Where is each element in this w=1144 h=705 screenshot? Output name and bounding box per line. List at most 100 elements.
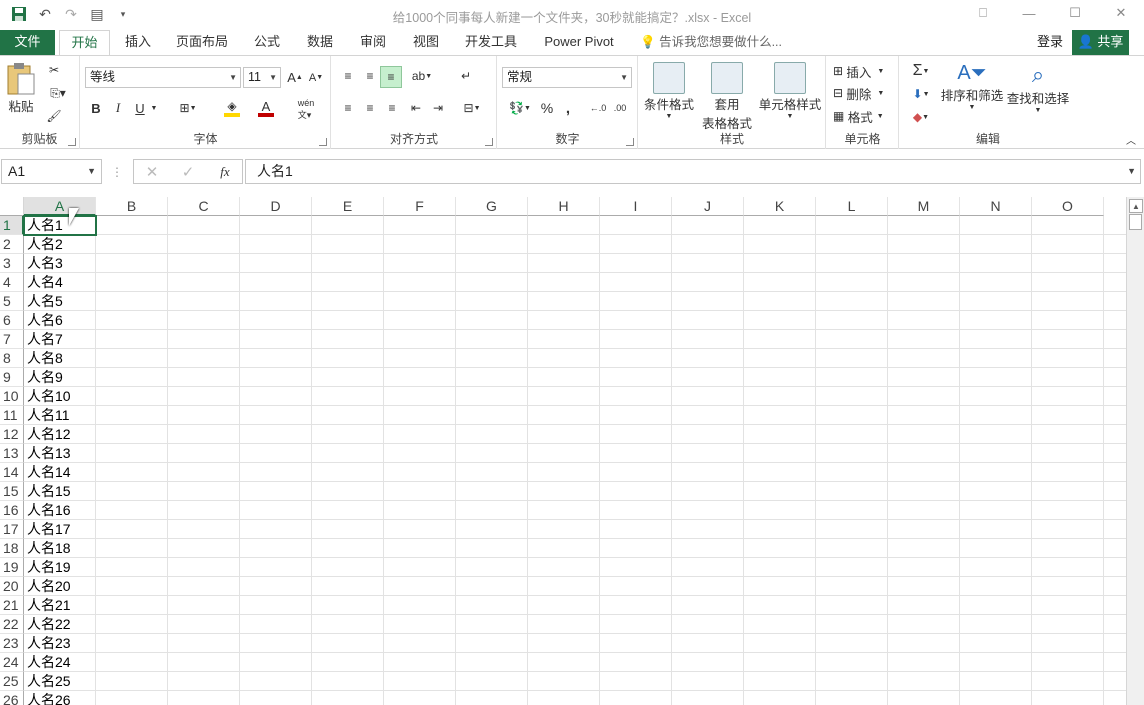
column-header-n[interactable]: N — [960, 197, 1032, 216]
scroll-up-icon[interactable]: ▲ — [1129, 199, 1143, 213]
maximize-button[interactable]: ☐ — [1052, 0, 1098, 26]
accounting-format-icon[interactable]: 💱 ▼ — [504, 98, 536, 118]
row-header[interactable]: 20 — [0, 577, 24, 596]
autosum-icon[interactable]: Σ ▼ — [906, 60, 936, 82]
font-color-icon[interactable]: A — [251, 98, 281, 118]
cell-a[interactable]: 人名22 — [25, 615, 71, 634]
decrease-font-size-icon[interactable]: A ▼ — [307, 67, 325, 88]
drag-handle-icon[interactable]: ⋮ — [111, 163, 123, 181]
cell-a[interactable]: 人名19 — [25, 558, 71, 577]
vertical-scrollbar[interactable]: ▲ — [1126, 197, 1144, 705]
align-left-icon[interactable]: ≡ — [338, 98, 358, 118]
cell-a[interactable]: 人名17 — [25, 520, 71, 539]
middle-align-icon[interactable]: ≡ — [360, 66, 380, 86]
format-painter-icon[interactable]: 🖌 — [44, 106, 64, 126]
row-header[interactable]: 15 — [0, 482, 24, 501]
row-header[interactable]: 5 — [0, 292, 24, 311]
font-launcher[interactable] — [319, 138, 327, 146]
column-header-c[interactable]: C — [168, 197, 240, 216]
row-header[interactable]: 16 — [0, 501, 24, 520]
row-header[interactable]: 18 — [0, 539, 24, 558]
borders-icon[interactable]: ⊞ ▼ — [173, 98, 203, 118]
column-header-h[interactable]: H — [528, 197, 600, 216]
cell-a[interactable]: 人名8 — [25, 349, 63, 368]
tell-me-box[interactable]: 💡 告诉我您想要做什么... — [640, 30, 782, 55]
column-header-l[interactable]: L — [816, 197, 888, 216]
italic-button[interactable]: I — [109, 98, 127, 118]
cell-a[interactable]: 人名6 — [25, 311, 63, 330]
cell-a[interactable]: 人名20 — [25, 577, 71, 596]
row-header[interactable]: 10 — [0, 387, 24, 406]
tab-home[interactable]: 开始 — [59, 30, 110, 56]
tab-developer[interactable]: 开发工具 — [459, 30, 523, 55]
row-header[interactable]: 1 — [0, 216, 24, 235]
insert-cells-button[interactable]: ⊞ 插入 ▼ — [833, 60, 895, 82]
cell-a[interactable]: 人名11 — [25, 406, 70, 425]
sign-in-link[interactable]: 登录 — [1037, 30, 1063, 54]
underline-button[interactable]: U — [131, 98, 149, 118]
row-header[interactable]: 14 — [0, 463, 24, 482]
orientation-icon[interactable]: ab ▼ — [408, 66, 436, 86]
row-header[interactable]: 12 — [0, 425, 24, 444]
select-all-button[interactable] — [0, 197, 24, 216]
row-header[interactable]: 9 — [0, 368, 24, 387]
tab-formulas[interactable]: 公式 — [247, 30, 287, 55]
worksheet[interactable]: ABCDEFGHIJKLMNO 1 2 3 4 5 6 7 8 9 10 11 12 13 14 15 16 1… — [0, 197, 1126, 705]
row-header[interactable]: 3 — [0, 254, 24, 273]
fill-icon[interactable]: ⬇ ▼ — [906, 83, 936, 105]
cell-a[interactable]: 人名13 — [25, 444, 71, 463]
row-header[interactable]: 24 — [0, 653, 24, 672]
cell-a[interactable]: 人名14 — [25, 463, 71, 482]
cell-a[interactable]: 人名15 — [25, 482, 71, 501]
close-button[interactable]: ✕ — [1098, 0, 1144, 26]
column-header-b[interactable]: B — [96, 197, 168, 216]
row-header[interactable]: 13 — [0, 444, 24, 463]
column-header-g[interactable]: G — [456, 197, 528, 216]
clipboard-launcher[interactable] — [68, 138, 76, 146]
column-header-d[interactable]: D — [240, 197, 312, 216]
conditional-formatting-button[interactable]: 条件格式 ▼ — [641, 62, 697, 120]
scroll-thumb[interactable] — [1129, 214, 1142, 230]
column-header-o[interactable]: O — [1032, 197, 1104, 216]
cell-a[interactable]: 人名21 — [25, 596, 71, 615]
paste-button[interactable]: 粘贴 — [4, 62, 38, 115]
enter-icon[interactable]: ✓ — [178, 162, 198, 182]
format-cells-button[interactable]: ▦ 格式 ▼ — [833, 105, 895, 127]
column-header-k[interactable]: K — [744, 197, 816, 216]
tab-view[interactable]: 视图 — [406, 30, 446, 55]
cell-a[interactable]: 人名23 — [25, 634, 71, 653]
column-header-m[interactable]: M — [888, 197, 960, 216]
phonetic-guide-icon[interactable]: wén 文▾ — [289, 98, 323, 120]
sort-filter-button[interactable]: A⏷ 排序和筛选 ▼ — [940, 62, 1004, 111]
number-launcher[interactable] — [626, 138, 634, 146]
delete-cells-button[interactable]: ⊟ 删除 ▼ — [833, 82, 895, 104]
row-header[interactable]: 8 — [0, 349, 24, 368]
collapse-ribbon-icon[interactable]: ︿ — [1124, 132, 1138, 147]
cell-a[interactable]: 人名3 — [25, 254, 63, 273]
bold-button[interactable]: B — [87, 98, 105, 118]
row-header[interactable]: 23 — [0, 634, 24, 653]
merge-center-icon[interactable]: ⊟ ▼ — [456, 98, 488, 118]
cell-a[interactable]: 人名12 — [25, 425, 71, 444]
cell-a[interactable]: 人名16 — [25, 501, 71, 520]
column-header-e[interactable]: E — [312, 197, 384, 216]
ribbon-display-options-button[interactable]: ⎕ — [960, 0, 1006, 26]
top-align-icon[interactable]: ≡ — [338, 66, 358, 86]
cell-grid[interactable] — [24, 216, 1126, 705]
tab-insert[interactable]: 插入 — [118, 30, 158, 55]
column-header-f[interactable]: F — [384, 197, 456, 216]
number-format-combo[interactable]: 常规 ▼ — [502, 67, 632, 88]
formula-input[interactable]: 人名1 ▼ — [245, 159, 1141, 184]
share-button[interactable]: 👤 共享 — [1072, 30, 1129, 55]
tab-power-pivot[interactable]: Power Pivot — [538, 30, 620, 55]
row-header[interactable]: 26 — [0, 691, 24, 705]
font-size-combo[interactable]: 11 ▼ — [243, 67, 281, 88]
row-header[interactable]: 4 — [0, 273, 24, 292]
minimize-button[interactable]: — — [1006, 0, 1052, 26]
cell-a[interactable]: 人名5 — [25, 292, 63, 311]
alignment-launcher[interactable] — [485, 138, 493, 146]
cell-a[interactable]: 人名7 — [25, 330, 63, 349]
clear-icon[interactable]: ◆ ▼ — [906, 106, 936, 128]
increase-indent-icon[interactable]: ⇥ — [428, 98, 448, 118]
row-header[interactable]: 2 — [0, 235, 24, 254]
